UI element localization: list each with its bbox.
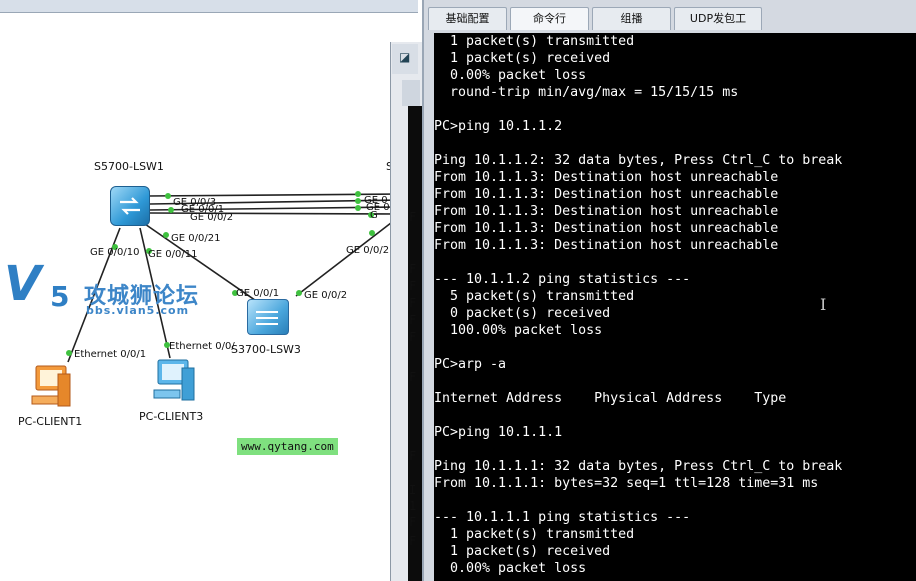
background-text: 1 — [409, 499, 417, 513]
watermark-logo-v: V — [4, 256, 42, 312]
switch-lsw3-icon[interactable] — [247, 299, 289, 335]
terminal-line: PC>arp -a — [434, 357, 507, 372]
background-text: F — [409, 279, 417, 293]
port-label: Ethernet 0/0/ — [169, 341, 235, 352]
pc-config-window[interactable]: 基础配置 命令行 组播 UDP发包工具 1 packet(s) transmit… — [422, 0, 916, 581]
port-label: GE 0/0/11 — [148, 249, 198, 260]
device-label-lsw1: S5700-LSW1 — [94, 160, 164, 173]
terminal-line: From 10.1.1.3: Destination host unreacha… — [434, 221, 779, 236]
pc-client1-icon[interactable] — [26, 364, 71, 408]
background-text: F — [409, 330, 417, 344]
background-text: F — [409, 262, 417, 276]
background-text: F — [409, 449, 417, 463]
port-label: GE 0/0/1 — [236, 288, 280, 299]
watermark-logo-5: 5 — [50, 280, 70, 313]
terminal-line: 1 packet(s) received — [434, 544, 611, 559]
terminal-line: 1 packet(s) transmitted — [434, 527, 635, 542]
background-text: I — [409, 483, 417, 497]
switch-lsw1-icon[interactable] — [110, 186, 150, 226]
terminal-line: Ping 10.1.1.1: 32 data bytes, Press Ctrl… — [434, 459, 843, 474]
port-label: GE 0/0/10 — [90, 247, 140, 258]
terminal-output[interactable]: 1 packet(s) transmitted 1 packet(s) rece… — [434, 33, 916, 581]
terminal-line: Ping 10.1.1.2: 32 data bytes, Press Ctrl… — [434, 153, 843, 168]
port-label: G — [370, 210, 378, 221]
terminal-line: PC>ping 10.1.1.2 — [434, 119, 563, 134]
terminal-line: 0.00% packet loss — [434, 561, 587, 576]
background-text: F — [409, 313, 417, 327]
terminal-line: 0.00% packet loss — [434, 68, 587, 83]
topology-canvas[interactable]: S5700-LSW1 S GE 0/0/3 GE 0/0/1 GE 0/0/2 … — [0, 0, 418, 581]
terminal-line: --- 10.1.1.2 ping statistics --- — [434, 272, 691, 287]
terminal-line: From 10.1.1.3: Destination host unreacha… — [434, 187, 779, 202]
link-dot — [66, 350, 72, 356]
terminal-line: 5 packet(s) transmitted — [434, 289, 635, 304]
port-label: GE 0/0/2 — [304, 290, 348, 301]
port-label: Ethernet 0/0/1 — [74, 349, 147, 360]
link-dot — [355, 205, 361, 211]
app-icon: ◪ — [399, 50, 411, 64]
background-text: F — [409, 515, 417, 529]
terminal-lines: 1 packet(s) transmitted 1 packet(s) rece… — [434, 33, 916, 577]
background-text: F — [409, 296, 417, 310]
terminal-line: round-trip min/avg/max = 15/15/15 ms — [434, 85, 739, 100]
link-dot — [369, 230, 375, 236]
terminal-line: From 10.1.1.3: Destination host unreacha… — [434, 170, 779, 185]
link-dot — [355, 198, 361, 204]
link-dot — [163, 232, 169, 238]
link-dot — [296, 290, 302, 296]
link-dot — [165, 193, 171, 199]
background-text: F — [409, 210, 417, 224]
terminal-line: 1 packet(s) transmitted — [434, 34, 635, 49]
background-text: F — [409, 370, 417, 384]
pc-client3-icon[interactable] — [150, 358, 195, 402]
device-label-pc3: PC-CLIENT3 — [139, 410, 204, 423]
qytang-label: www.qytang.com — [237, 438, 338, 455]
port-label: GE 0/0/2 — [346, 245, 390, 256]
tab-command-line[interactable]: 命令行 — [510, 7, 589, 30]
background-window-toolbar — [402, 80, 420, 106]
tab-bar: 基础配置 命令行 组播 UDP发包工具 — [428, 7, 762, 47]
watermark-url: bbs.vlan5.com — [86, 304, 190, 317]
tab-udp-tool[interactable]: UDP发包工具 — [674, 7, 762, 47]
terminal-line: PC>ping 10.1.1.1 — [434, 425, 563, 440]
terminal-line: From 10.1.1.3: Destination host unreacha… — [434, 238, 779, 253]
terminal-line: From 10.1.1.3: Destination host unreacha… — [434, 204, 779, 219]
terminal-line: Internet Address Physical Address Type — [434, 391, 787, 406]
tab-multicast[interactable]: 组播 — [592, 7, 671, 30]
link-dot — [355, 191, 361, 197]
text-cursor-icon: I — [820, 295, 827, 314]
terminal-line: 1 packet(s) received — [434, 51, 611, 66]
terminal-line: 0 packet(s) received — [434, 306, 611, 321]
tab-basic-config[interactable]: 基础配置 — [428, 7, 507, 30]
port-label: GE 0/0/2 — [190, 212, 234, 223]
device-label-lsw3: S3700-LSW3 — [231, 343, 301, 356]
port-label: GE 0/0/21 — [171, 233, 221, 244]
terminal-line: --- 10.1.1.1 ping statistics --- — [434, 510, 691, 525]
terminal-line: 100.00% packet loss — [434, 323, 603, 338]
background-text: F — [409, 534, 417, 548]
device-label-pc1: PC-CLIENT1 — [18, 415, 83, 428]
terminal-line: From 10.1.1.1: bytes=32 seq=1 ttl=128 ti… — [434, 476, 819, 491]
